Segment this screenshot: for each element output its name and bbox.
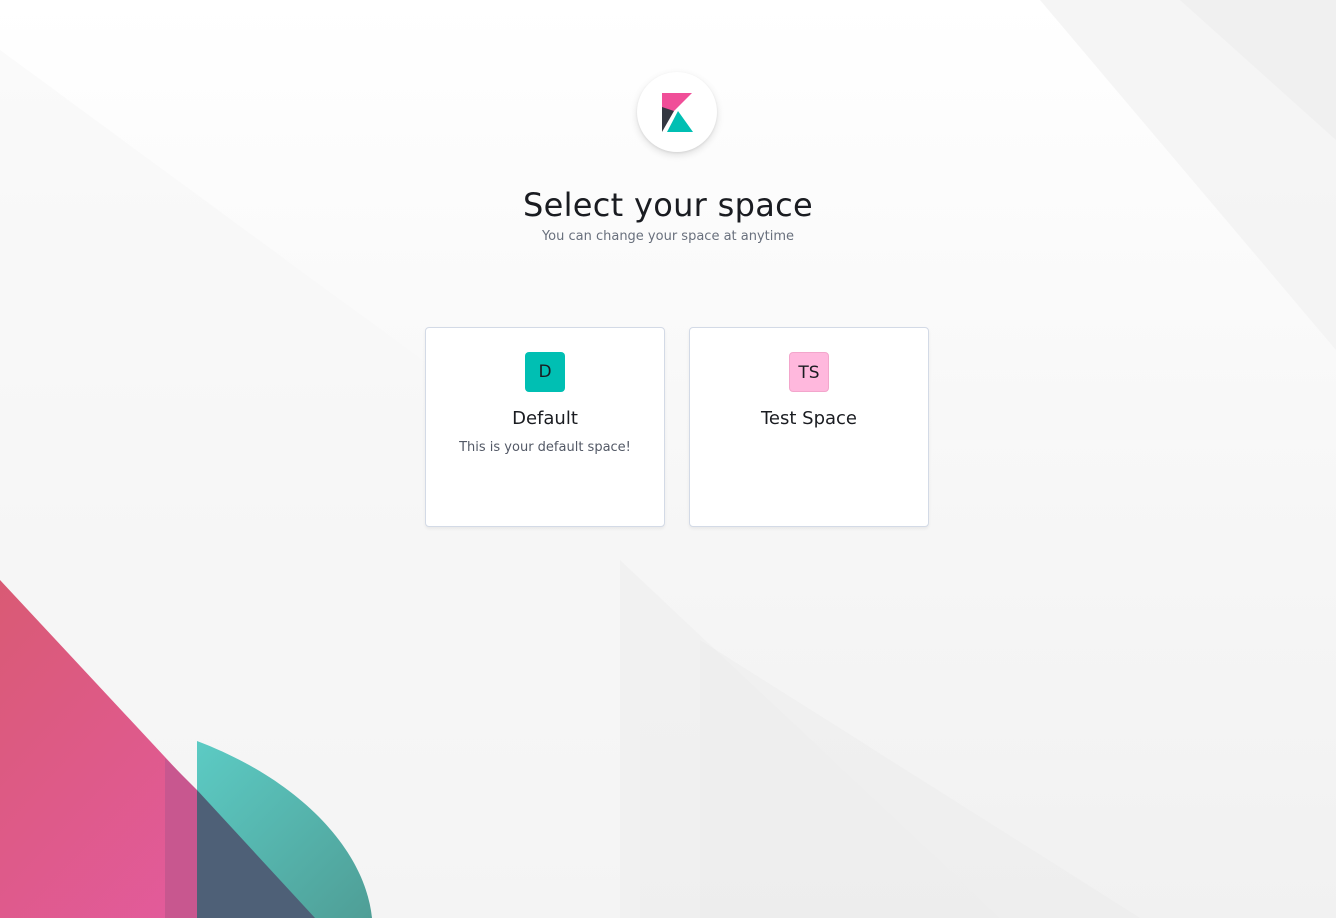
kibana-logo bbox=[637, 72, 717, 152]
space-avatar: TS bbox=[789, 352, 829, 392]
space-name: Default bbox=[512, 408, 578, 429]
space-description: This is your default space! bbox=[459, 440, 631, 455]
space-name: Test Space bbox=[760, 408, 858, 429]
page-subtitle: You can change your space at anytime bbox=[541, 229, 795, 244]
kibana-logo-icon bbox=[662, 93, 693, 132]
space-card-default[interactable]: D Default This is your default space! bbox=[425, 327, 665, 527]
page-title: Select your space bbox=[523, 186, 813, 224]
space-avatar: D bbox=[525, 352, 565, 392]
space-card-test-space[interactable]: TS Test Space bbox=[689, 327, 929, 527]
space-selector-page: Select your space You can change your sp… bbox=[0, 0, 1336, 918]
